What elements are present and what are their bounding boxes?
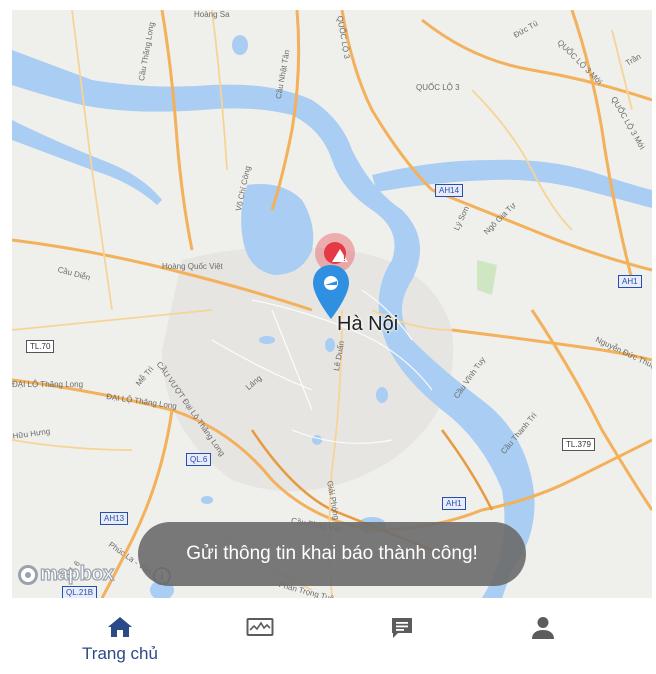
shield-ah13: AH13	[100, 512, 129, 525]
mapbox-logo-icon	[18, 564, 38, 585]
mapbox-wordmark: mapbox	[39, 562, 114, 585]
monitor-chart-icon	[246, 618, 274, 636]
nav-label-home: Trang chủ	[82, 644, 158, 663]
nav-item-home[interactable]: Trang chủ	[40, 598, 200, 674]
person-icon	[532, 617, 554, 639]
map-label-hoang-sa: Hoàng Sa	[194, 10, 230, 19]
shield-tl379: TL.379	[562, 438, 595, 451]
bottom-navigation: Trang chủ	[0, 598, 656, 674]
map-label-quoc-lo-3-mid: QUỐC LỘ 3	[416, 83, 460, 92]
nav-item-feedback[interactable]	[322, 598, 482, 674]
mapbox-attribution[interactable]: mapbox	[18, 562, 115, 586]
home-icon	[108, 617, 132, 637]
feedback-icon	[392, 618, 412, 638]
nav-item-monitor[interactable]	[180, 598, 340, 674]
shield-ah1-bottom: AH1	[442, 497, 466, 510]
shield-ql6: QL.6	[186, 453, 212, 466]
success-toast: Gửi thông tin khai báo thành công!	[138, 522, 526, 586]
shield-ah14: AH14	[435, 184, 464, 197]
map-view[interactable]: Hoàng Sa Cầu Thăng Long Cầu Nhật Tân Võ …	[12, 10, 652, 598]
shield-ah1-right: AH1	[618, 275, 642, 288]
shield-ql21b: QL.21B	[62, 586, 98, 598]
city-label: Hà Nội	[337, 313, 399, 335]
shield-tl70: TL.70	[26, 340, 55, 353]
map-label-dai-lo-thang-long: ĐẠI LỘ Thăng Long	[12, 380, 84, 389]
nav-item-profile[interactable]	[463, 598, 623, 674]
map-label-hoang-quoc-viet: Hoàng Quốc Việt	[162, 262, 223, 271]
